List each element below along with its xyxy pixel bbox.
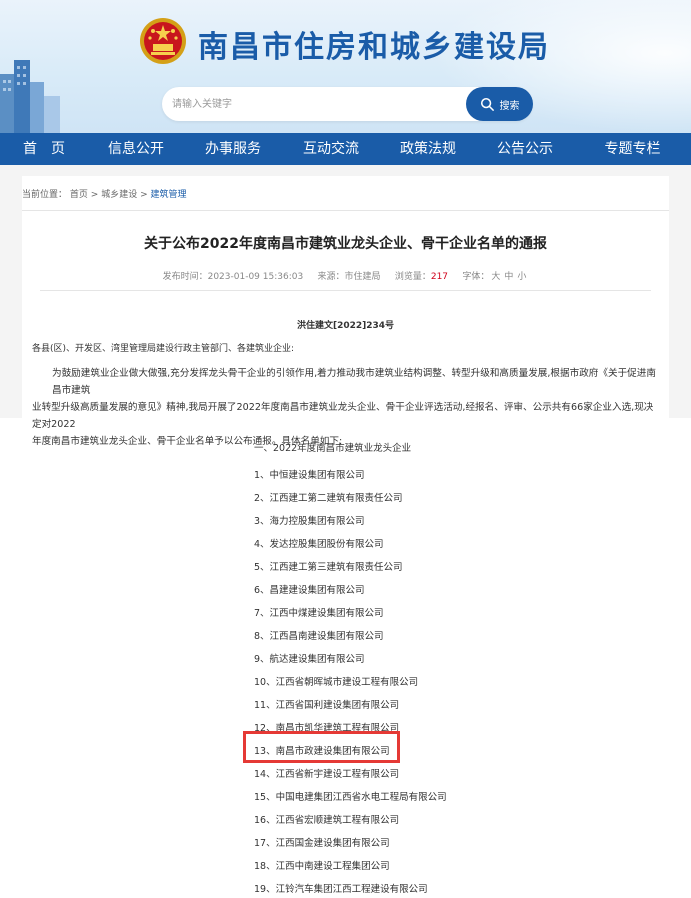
font-size-label: 字体： xyxy=(462,272,490,282)
site-title: 南昌市住房和城乡建设局 xyxy=(198,30,550,65)
list-item: 5、江西建工第三建筑有限责任公司 xyxy=(254,562,403,573)
list-item: 19、江铃汽车集团江西工程建设有限公司 xyxy=(254,884,428,895)
list-item: 4、发达控股集团股份有限公司 xyxy=(254,539,384,550)
nav-item-topics[interactable]: 专题专栏 xyxy=(574,133,691,165)
article-paragraph: 为鼓励建筑业企业做大做强,充分发挥龙头骨干企业的引领作用,着力推动我市建筑业结构… xyxy=(32,365,662,450)
breadcrumb-building-management[interactable]: 建筑管理 xyxy=(151,190,187,200)
breadcrumb-home[interactable]: 首页 xyxy=(70,190,88,200)
list-item: 7、江西中煤建设集团有限公司 xyxy=(254,608,384,619)
list-item: 1、中恒建设集团有限公司 xyxy=(254,470,365,481)
search-button[interactable]: 搜索 xyxy=(466,87,533,121)
breadcrumb-divider xyxy=(22,210,669,211)
list-item: 17、江西国金建设集团有限公司 xyxy=(254,838,390,849)
nav-item-home[interactable]: 首 页 xyxy=(0,133,88,165)
document-number: 洪住建文[2022]234号 xyxy=(296,321,395,331)
list-item: 18、江西中南建设工程集团公司 xyxy=(254,861,390,872)
font-size-medium-button[interactable]: 中 xyxy=(504,272,513,282)
nav-item-announcements[interactable]: 公告公示 xyxy=(476,133,574,165)
published-date: 2023-01-09 15:36:03 xyxy=(207,272,304,282)
list-item: 11、江西省国利建设集团有限公司 xyxy=(254,700,400,711)
views-label: 浏览量： xyxy=(394,272,431,282)
font-size-large-button[interactable]: 大 xyxy=(491,272,500,282)
breadcrumb-separator: > xyxy=(90,190,99,200)
article-title: 关于公布2022年度南昌市建筑业龙头企业、骨干企业名单的通报 xyxy=(144,236,547,252)
views-count: 217 xyxy=(430,272,449,282)
list-item: 8、江西昌南建设集团有限公司 xyxy=(254,631,384,642)
list-item: 2、江西建工第二建筑有限责任公司 xyxy=(254,493,403,504)
search-icon xyxy=(480,97,494,111)
search-button-label: 搜索 xyxy=(499,100,520,112)
source-value: 市住建局 xyxy=(344,272,381,282)
main-nav: 首 页 信息公开 办事服务 互动交流 政策法规 公告公示 专题专栏 xyxy=(0,133,691,165)
meta-divider xyxy=(40,290,651,291)
highlight-box xyxy=(243,731,400,763)
list-heading: 一、2022年度南昌市建筑业龙头企业 xyxy=(254,443,412,454)
breadcrumb-prefix: 当前位置： xyxy=(22,190,68,200)
breadcrumb: 当前位置： 首页 > 城乡建设 > 建筑管理 xyxy=(22,187,187,200)
paragraph-line: 为鼓励建筑业企业做大做强,充分发挥龙头骨干企业的引领作用,着力推动我市建筑业结构… xyxy=(52,368,656,396)
list-item: 14、江西省新宇建设工程有限公司 xyxy=(254,769,400,780)
nav-item-info-disclosure[interactable]: 信息公开 xyxy=(88,133,184,165)
list-item: 3、海力控股集团有限公司 xyxy=(254,516,365,527)
nav-item-policies[interactable]: 政策法规 xyxy=(380,133,476,165)
list-item: 6、昌建建设集团有限公司 xyxy=(254,585,365,596)
salutation: 各县(区)、开发区、湾里管理局建设行政主管部门、各建筑业企业: xyxy=(32,344,295,354)
published-label: 发布时间： xyxy=(162,272,208,282)
list-item: 15、中国电建集团江西省水电工程局有限公司 xyxy=(254,792,447,803)
nav-item-services[interactable]: 办事服务 xyxy=(184,133,282,165)
city-skyline-graphic xyxy=(0,60,60,133)
list-item: 10、江西省朝晖城市建设工程有限公司 xyxy=(254,677,419,688)
list-item: 9、航达建设集团有限公司 xyxy=(254,654,365,665)
breadcrumb-separator: > xyxy=(140,190,148,200)
national-emblem-icon xyxy=(140,18,186,64)
nav-item-interaction[interactable]: 互动交流 xyxy=(282,133,380,165)
search-input[interactable] xyxy=(172,95,462,113)
paragraph-line: 业转型升级高质量发展的意见》精神,我局开展了2022年度南昌市建筑业龙头企业、骨… xyxy=(32,402,654,430)
list-item: 16、江西省宏顺建筑工程有限公司 xyxy=(254,815,400,826)
breadcrumb-urban-construction[interactable]: 城乡建设 xyxy=(101,190,137,200)
source-label: 来源： xyxy=(317,272,345,282)
article-meta: 发布时间：2023-01-09 15:36:03 来源：市住建局 浏览量：217… xyxy=(0,269,691,282)
font-size-small-button[interactable]: 小 xyxy=(517,272,526,282)
